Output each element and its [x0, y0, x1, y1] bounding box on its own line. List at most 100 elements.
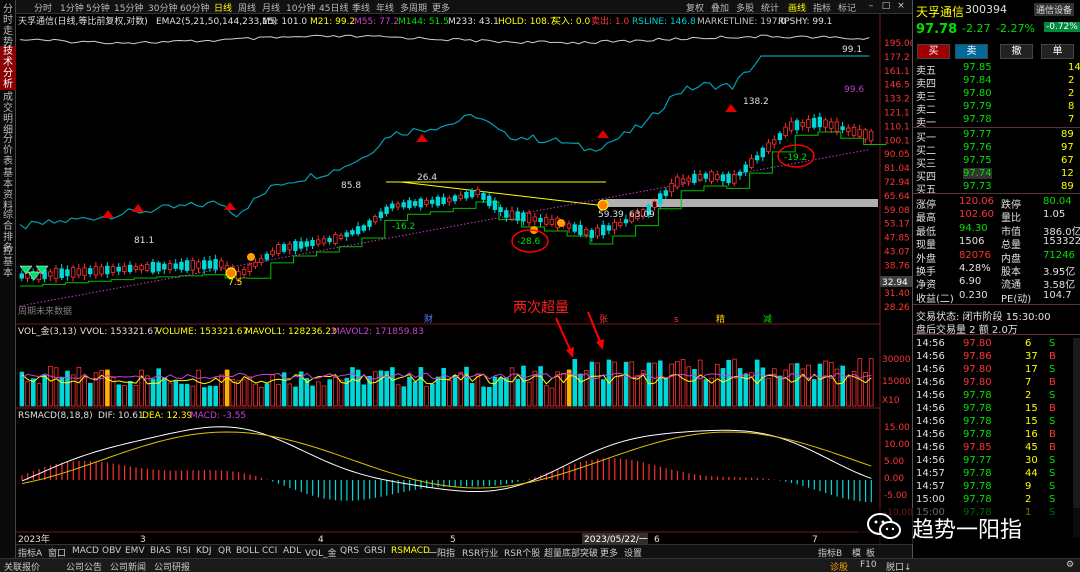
tool-overlay[interactable]: 叠加 — [711, 1, 729, 14]
tick-row[interactable]: 14:56 97.78 2 S — [913, 390, 1080, 403]
tab-technical[interactable]: 技术分析 — [0, 46, 16, 90]
period-tab[interactable]: 15分钟 — [114, 1, 143, 14]
tick-row-cell: 17 — [1025, 364, 1038, 375]
ask-row[interactable]: 卖五 97.85 14 — [913, 62, 1080, 77]
candle-body — [578, 224, 583, 236]
diagnose-link[interactable]: 诊股 — [830, 560, 848, 572]
candle-body — [532, 216, 537, 222]
status-link[interactable]: 脱口↓ — [886, 560, 912, 572]
cancel-button[interactable]: 撤 — [1000, 44, 1033, 59]
status-link[interactable]: 公司研报 — [154, 560, 190, 572]
candle-body — [754, 155, 760, 161]
period-tab[interactable]: 年线 — [376, 1, 394, 14]
kline-chart[interactable]: 天孚通信(日线,等比前复权,对数) EMA2(5,21,50,144,233,1… — [16, 14, 912, 544]
bid-row[interactable]: 买四 97.74 12 — [913, 168, 1080, 183]
tick-row[interactable]: 14:56 97.78 16 B — [913, 429, 1080, 442]
tick-row[interactable]: 14:56 97.80 6 S — [913, 338, 1080, 351]
ask-row[interactable]: 卖一 97.78 7 — [913, 114, 1080, 129]
tab-realtime[interactable]: 分时走势 — [0, 4, 16, 48]
indicator-tab[interactable]: OBV — [102, 546, 121, 556]
tick-row[interactable]: 14:57 97.78 44 S — [913, 468, 1080, 481]
minimize-icon[interactable]: – — [864, 0, 878, 13]
period-tab[interactable]: 30分钟 — [148, 1, 177, 14]
indicator-tab-rsmacd[interactable]: RSMACD — [391, 546, 430, 556]
period-tab-daily[interactable]: 日线 — [214, 1, 232, 14]
tick-row[interactable]: 15:00 97.78 2 S — [913, 494, 1080, 507]
tick-row[interactable]: 14:56 97.78 15 S — [913, 416, 1080, 429]
stat-row[interactable]: 涨停 120.06 跌停 80.04 — [913, 196, 1080, 211]
period-tab[interactable]: 45日线 — [319, 1, 348, 14]
status-link[interactable]: 关联报价 — [4, 560, 40, 572]
tab-basic-info[interactable]: 基本资料 — [0, 168, 16, 212]
indicator-tab[interactable]: BOLL — [236, 546, 259, 556]
f10-link[interactable]: F10 — [860, 560, 877, 570]
stat-row-cell: 80.04 — [1043, 196, 1072, 207]
tool-mark[interactable]: 标记 — [838, 1, 856, 14]
candle-body — [105, 265, 110, 275]
period-tab[interactable]: 10分钟 — [286, 1, 315, 14]
industry-badge[interactable]: 通信设备 — [1034, 3, 1075, 16]
tick-row[interactable]: 14:56 97.77 30 S — [913, 455, 1080, 468]
indicator-tab[interactable]: BIAS — [150, 546, 171, 556]
tick-row[interactable]: 14:57 97.78 9 S — [913, 481, 1080, 494]
indicator-tab[interactable]: QR — [218, 546, 231, 556]
close-icon[interactable]: × — [894, 0, 908, 13]
tick-row[interactable]: 14:56 97.80 7 B — [913, 377, 1080, 390]
period-tab[interactable]: 月线 — [262, 1, 280, 14]
ask-row[interactable]: 卖四 97.84 2 — [913, 75, 1080, 90]
candle-body — [304, 241, 309, 247]
period-tab[interactable]: 季线 — [352, 1, 370, 14]
tick-row[interactable]: 14:56 97.80 17 S — [913, 364, 1080, 377]
bid-row[interactable]: 买一 97.77 89 — [913, 129, 1080, 144]
stat-row[interactable]: 外盘 82076 内盘 71246 — [913, 250, 1080, 265]
status-link[interactable]: 公司新闻 — [110, 560, 146, 572]
indicator-tab[interactable]: RSI — [176, 546, 191, 556]
tool-multi[interactable]: 多股 — [736, 1, 754, 14]
indicator-tab[interactable]: GRSI — [364, 546, 386, 556]
period-tab[interactable]: 多周期 — [400, 1, 427, 14]
indicator-tab[interactable]: ADL — [283, 546, 301, 556]
indicator-tab[interactable]: CCI — [262, 546, 277, 556]
tick-row[interactable]: 14:56 97.86 37 B — [913, 351, 1080, 364]
ask-row[interactable]: 卖三 97.80 2 — [913, 88, 1080, 103]
period-tab[interactable]: 5分钟 — [86, 1, 110, 14]
tool-stats[interactable]: 统计 — [761, 1, 779, 14]
tick-row[interactable]: 14:56 97.78 15 B — [913, 403, 1080, 416]
stat-row[interactable]: 收益(二) 0.230 PE(动) 104.7 — [913, 290, 1080, 305]
volume-bar — [424, 385, 429, 407]
stat-row[interactable]: 净资 6.90 流通 3.58亿 — [913, 276, 1080, 291]
period-tab[interactable]: 分时 — [34, 1, 52, 14]
buy-button[interactable]: 买 — [917, 44, 950, 59]
stat-row[interactable]: 最高 102.60 量比 1.05 — [913, 209, 1080, 224]
ask-row[interactable]: 卖二 97.79 8 — [913, 101, 1080, 116]
indicator-tab[interactable]: EMV — [125, 546, 145, 556]
indicator-tab[interactable]: MACD — [72, 546, 99, 556]
bid-row[interactable]: 买二 97.76 97 — [913, 142, 1080, 157]
stat-row[interactable]: 现量 1506 总量 153322 — [913, 236, 1080, 251]
stat-row[interactable]: 最低 94.30 市值 386.0亿 — [913, 223, 1080, 238]
volume-bar — [846, 375, 851, 407]
period-tab[interactable]: 周线 — [238, 1, 256, 14]
tool-draw[interactable]: 画线 — [788, 1, 806, 14]
tab-price-table[interactable]: 分价表 — [0, 134, 16, 167]
tool-indicator[interactable]: 指标 — [813, 1, 831, 14]
tick-row-cell: 97.77 — [963, 455, 992, 466]
gear-icon[interactable]: ⚙ — [1066, 560, 1074, 570]
candle-body — [846, 127, 851, 132]
period-tab-more[interactable]: 更多 — [432, 1, 450, 14]
tab-trade-detail[interactable]: 成交明细 — [0, 92, 16, 136]
order-button[interactable]: 单 — [1041, 44, 1074, 59]
indicator-tabs: 指标A 窗口 MACD OBV EMV BIAS RSI KDJ QR BOLL… — [16, 544, 912, 559]
period-tab[interactable]: 1分钟 — [60, 1, 84, 14]
bid-row[interactable]: 买三 97.75 67 — [913, 155, 1080, 170]
sell-button[interactable]: 卖 — [955, 44, 988, 59]
tick-row[interactable]: 14:56 97.85 45 B — [913, 442, 1080, 455]
period-tab[interactable]: 60分钟 — [180, 1, 209, 14]
tool-fuquan[interactable]: 复权 — [686, 1, 704, 14]
status-link[interactable]: 公司公告 — [66, 560, 102, 572]
stat-row[interactable]: 换手 4.28% 股本 3.95亿 — [913, 263, 1080, 278]
indicator-tab[interactable]: QRS — [340, 546, 359, 556]
tab-extra[interactable]: 控基本 — [0, 246, 16, 279]
maximize-icon[interactable]: □ — [879, 0, 893, 13]
indicator-tab[interactable]: KDJ — [196, 546, 212, 556]
